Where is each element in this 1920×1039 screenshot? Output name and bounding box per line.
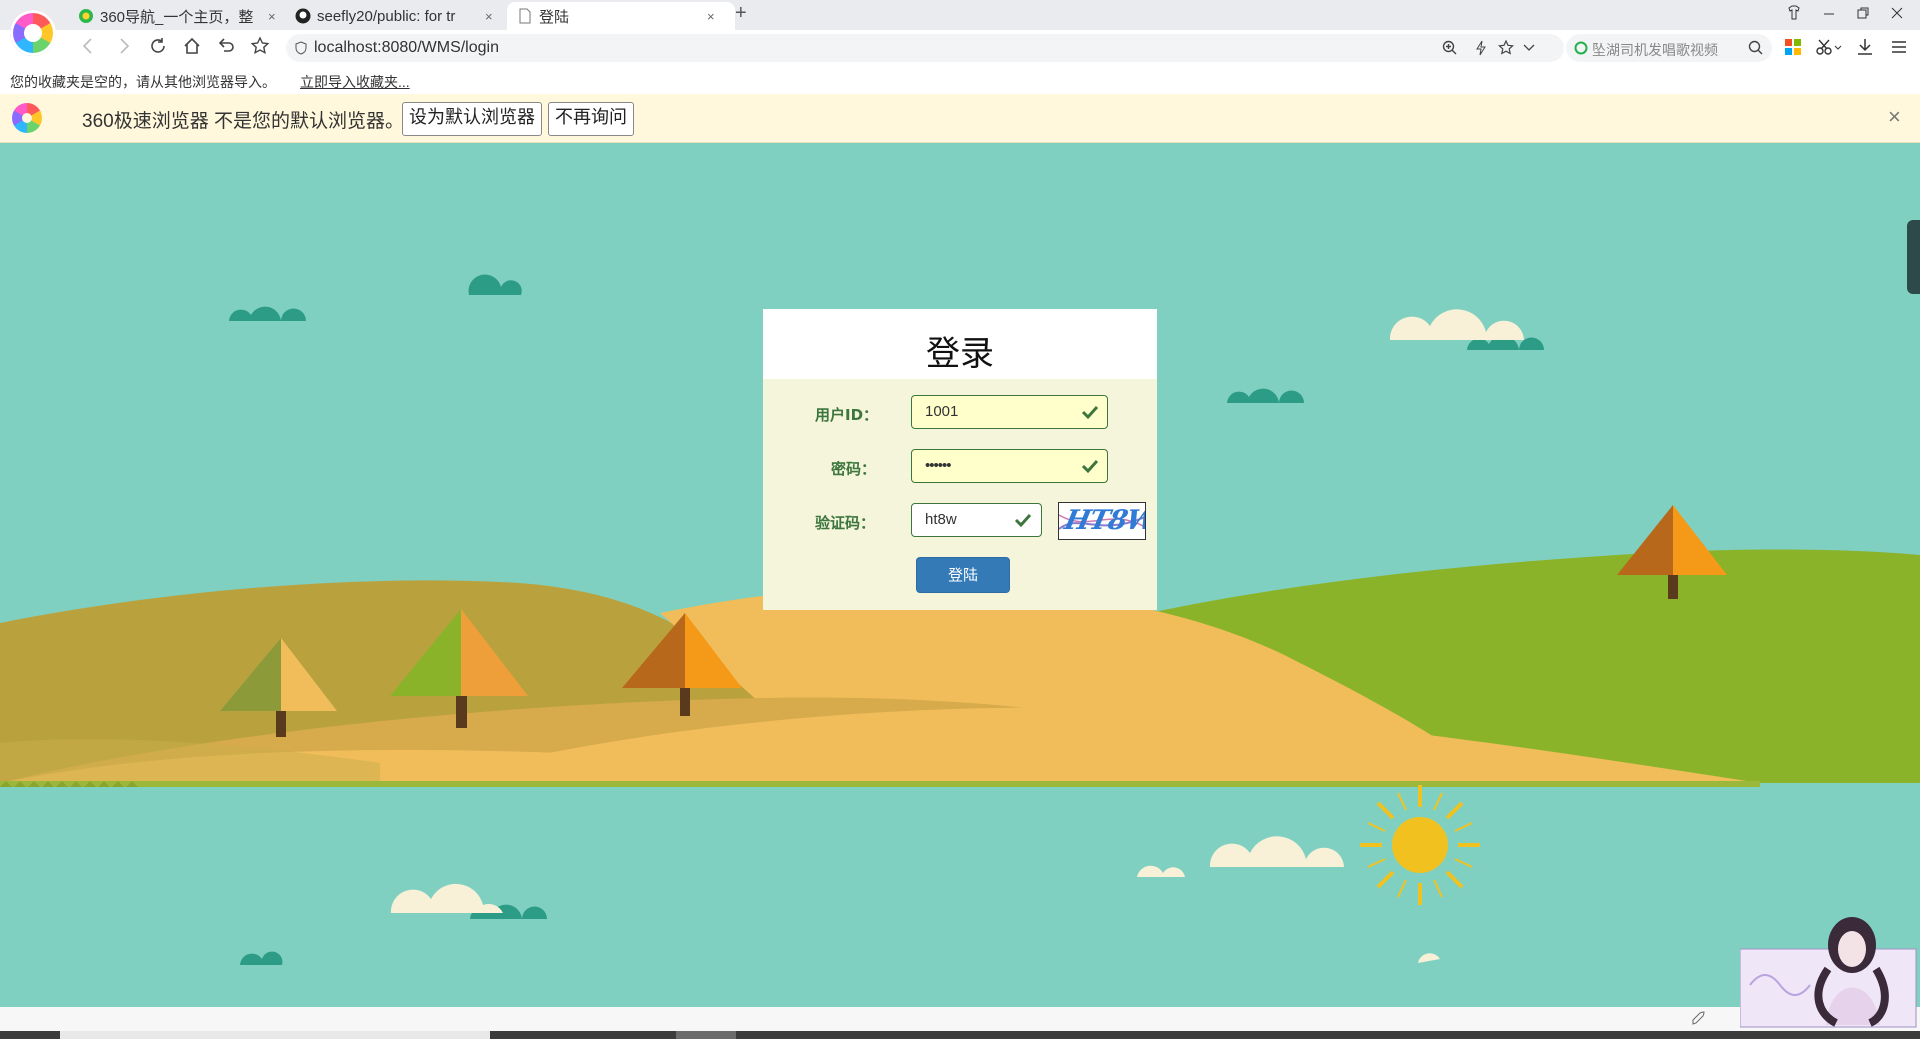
check-icon (1014, 511, 1032, 529)
new-tab-button[interactable]: + (735, 2, 747, 25)
page-icon (517, 8, 533, 24)
close-icon[interactable]: × (1888, 104, 1901, 130)
address-bar: localhost:8080/WMS/login 坠湖司机发唱歌视频 (0, 30, 1920, 66)
taskbar (0, 1031, 1920, 1039)
lightning-icon[interactable] (1474, 40, 1488, 61)
tab-bar: 360导航_一个主页，整 × seefly20/public: for tr ×… (0, 0, 1920, 30)
password-input[interactable]: •••••• (911, 449, 1108, 483)
search-bar[interactable]: 坠湖司机发唱歌视频 (1566, 34, 1772, 62)
captcha-label: 验证码： (815, 514, 876, 532)
undo-icon[interactable] (216, 36, 236, 62)
close-icon[interactable]: × (707, 9, 715, 24)
home-icon[interactable] (182, 36, 202, 62)
chevron-down-icon[interactable] (1522, 40, 1536, 61)
forward-icon[interactable] (116, 36, 132, 62)
star-icon[interactable] (250, 36, 270, 62)
tab-title: seefly20/public: for tr (317, 7, 456, 25)
restore-icon[interactable] (1856, 5, 1870, 25)
tab-360-nav[interactable]: 360导航_一个主页，整 × (78, 2, 283, 30)
zoom-icon[interactable] (1442, 40, 1458, 61)
apps-icon[interactable] (1784, 38, 1802, 62)
import-bookmarks-link[interactable]: 立即导入收藏夹... (300, 72, 410, 92)
password-label: 密码： (831, 460, 877, 478)
dont-ask-button[interactable]: 不再询问 (548, 102, 634, 136)
bookmark-notice: 您的收藏夹是空的，请从其他浏览器导入。 (10, 74, 276, 90)
tab-title: 360导航_一个主页，整 (100, 8, 254, 26)
shield-icon (294, 41, 308, 60)
user-id-label: 用户ID： (815, 406, 879, 424)
back-icon[interactable] (80, 36, 96, 62)
shirt-icon[interactable] (1786, 5, 1802, 25)
url-bar[interactable]: localhost:8080/WMS/login (286, 34, 1564, 62)
taskbar-item[interactable] (676, 1031, 736, 1039)
check-icon (1081, 457, 1099, 475)
set-default-button[interactable]: 设为默认浏览器 (402, 102, 542, 136)
search-suggestion: 坠湖司机发唱歌视频 (1592, 42, 1718, 58)
login-header: 登录 (763, 309, 1157, 379)
check-icon (1081, 403, 1099, 421)
reload-icon[interactable] (148, 36, 168, 62)
download-icon[interactable] (1856, 38, 1874, 62)
github-icon (295, 8, 311, 24)
close-icon[interactable]: × (268, 9, 276, 24)
login-title: 登录 (926, 334, 994, 374)
tab-title: 登陆 (539, 8, 570, 26)
user-id-input[interactable]: 1001 (911, 395, 1108, 429)
search-icon[interactable] (1748, 40, 1764, 61)
desktop-pet-widget[interactable] (1739, 905, 1918, 1029)
browser-logo-small (12, 103, 42, 133)
close-icon[interactable]: × (485, 9, 493, 24)
minimize-icon[interactable] (1822, 5, 1836, 25)
rocket-icon[interactable] (1690, 1011, 1706, 1032)
url-text: localhost:8080/WMS/login (314, 39, 499, 56)
close-window-icon[interactable] (1890, 5, 1904, 25)
bookmark-bar: 您的收藏夹是空的，请从其他浏览器导入。 立即导入收藏夹... (0, 66, 1920, 94)
bookmark-star-icon[interactable] (1498, 39, 1514, 61)
browser-logo[interactable] (10, 10, 56, 56)
status-bar (0, 1007, 1920, 1031)
scissors-icon[interactable] (1816, 38, 1842, 62)
side-panel-handle[interactable] (1907, 220, 1920, 294)
tab-github[interactable]: seefly20/public: for tr × (295, 2, 500, 30)
globe-icon (78, 8, 94, 24)
infobar-message: 360极速浏览器 不是您的默认浏览器。 (82, 111, 404, 132)
sun (1360, 785, 1480, 905)
default-browser-infobar: 360极速浏览器 不是您的默认浏览器。 设为默认浏览器 不再询问 × (0, 94, 1920, 143)
captcha-image[interactable]: HT8W (1058, 502, 1146, 540)
search-engine-icon (1574, 41, 1588, 60)
menu-icon[interactable] (1890, 38, 1908, 62)
login-panel: 登录 用户ID： 1001 密码： •••••• 验证码： ht8w HT8W … (763, 309, 1157, 610)
tab-login-active[interactable]: 登陆 × (507, 2, 735, 30)
taskbar-item[interactable] (60, 1031, 490, 1039)
login-submit-button[interactable]: 登陆 (916, 557, 1010, 593)
captcha-text: HT8W (1061, 505, 1146, 536)
